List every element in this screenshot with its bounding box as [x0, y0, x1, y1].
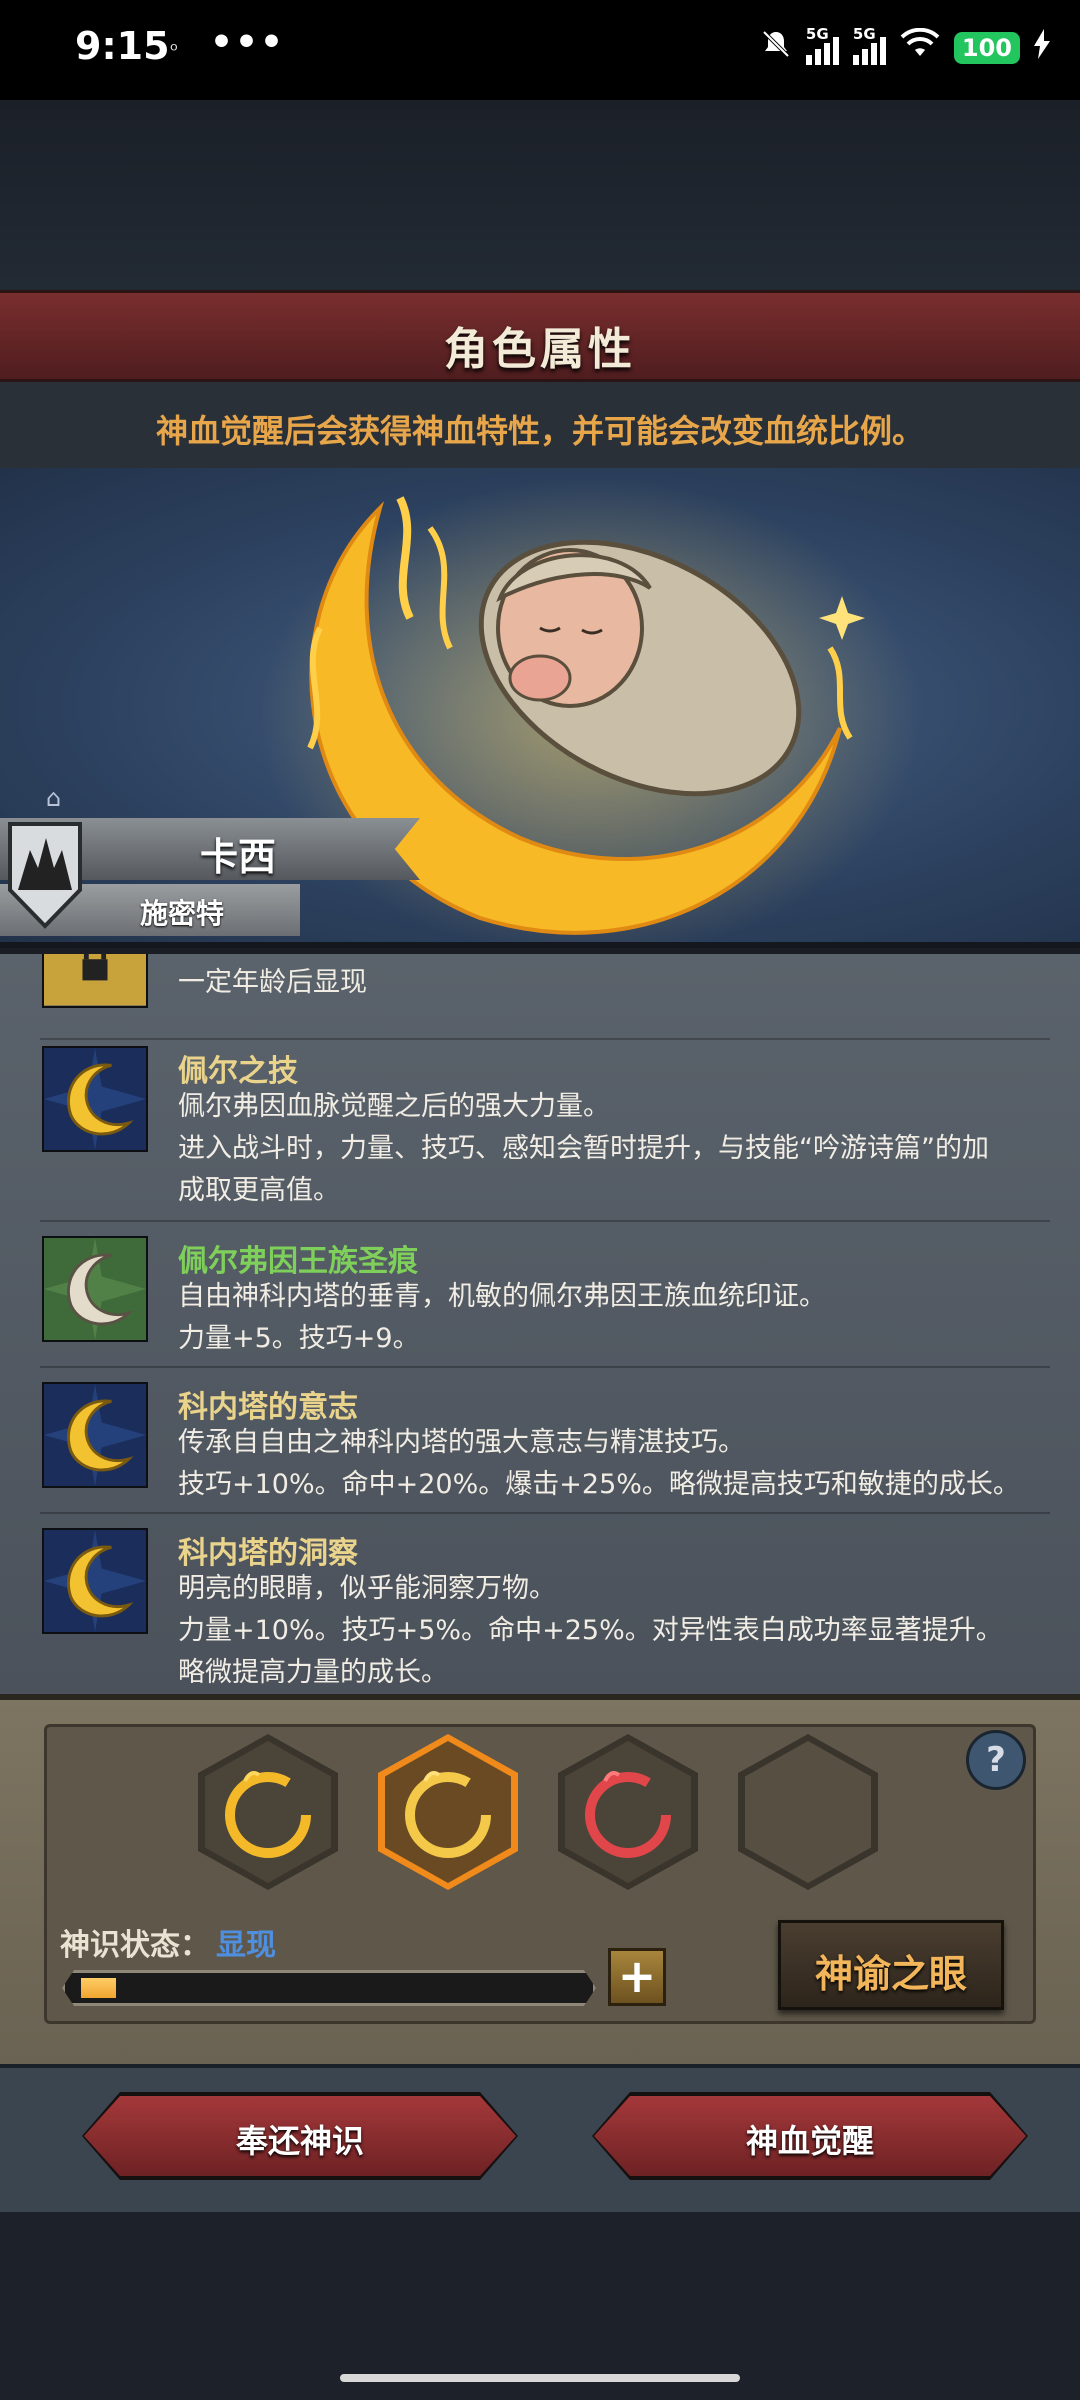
mute-icon: [760, 28, 792, 67]
divine-progress-bar: [62, 1970, 596, 2006]
trait-description-line: 力量+10%。技巧+5%。命中+25%。对异性表白成功率显著提升。: [178, 1615, 1003, 1646]
clock: 9:15: [75, 24, 170, 68]
help-button[interactable]: ?: [966, 1730, 1026, 1790]
status-icons: 5G 5G 100: [760, 25, 1050, 67]
gold-crescent-icon: [225, 1771, 311, 1858]
oracle-eye-button[interactable]: 神谕之眼: [778, 1920, 1004, 2010]
notification-icon: ᵒ: [170, 38, 179, 62]
add-progress-button[interactable]: +: [608, 1948, 666, 2006]
wifi-icon: [900, 27, 940, 67]
trait-description-line: 略微提高力量的成长。: [178, 1657, 448, 1688]
state-value: 显现: [216, 1928, 276, 1963]
signal-icon-1: 5G: [805, 25, 839, 65]
trait-list[interactable]: 一定年龄后显现 佩尔之技 佩尔弗因血脉觉醒之后的强大力量。 进入战斗时，力量、技…: [0, 954, 1080, 1694]
trait-description-line: 传承自自由之神科内塔的强大意志与精湛技巧。: [178, 1427, 745, 1458]
battery-indicator: 100: [953, 31, 1020, 64]
trait-title: 科内塔的洞察: [178, 1536, 358, 1571]
more-notifications-icon: •••: [210, 22, 286, 63]
top-background: [0, 100, 1080, 290]
trait-description-line: 进入战斗时，力量、技巧、感知会暂时提升，与技能“吟游诗篇”的加: [178, 1133, 989, 1164]
character-class: 施密特: [140, 897, 225, 930]
gold-moon-icon: [42, 1046, 148, 1152]
state-label: 神识状态：: [60, 1928, 210, 1963]
status-bar: 9:15 ᵒ ••• 5G 5G 100: [0, 0, 1080, 100]
signal-icon-2: 5G: [852, 25, 886, 65]
trait-description-line: 一定年龄后显现: [178, 967, 367, 998]
blood-awakening-button[interactable]: 神血觉醒: [594, 2096, 1026, 2176]
bottom-background: [0, 2212, 1080, 2400]
gold-crescent-selected-icon: [405, 1771, 491, 1858]
trait-description-line: 力量+5。技巧+9。: [178, 1323, 420, 1354]
trait-description-line: 自由神科内塔的垂青，机敏的佩尔弗因王族血统印证。: [178, 1281, 826, 1312]
locked-icon: [42, 954, 148, 1008]
trait-description-line: 成取更高值。: [178, 1175, 340, 1206]
home-icon: ⌂: [46, 784, 62, 812]
trait-description-line: 明亮的眼睛，似乎能洞察万物。: [178, 1573, 556, 1604]
page-subtitle: 神血觉醒后会获得神血特性，并可能会改变血统比例。: [155, 412, 924, 450]
red-crescent-icon: [585, 1771, 671, 1858]
trait-description-line: 佩尔弗因血脉觉醒之后的强大力量。: [178, 1091, 610, 1122]
blood-awakening-label: 神血觉醒: [745, 2122, 874, 2160]
network-type-label: 5G: [852, 24, 876, 43]
gold-moon-icon: [42, 1382, 148, 1488]
family-crest-icon: [8, 822, 82, 929]
charging-icon: [1034, 29, 1050, 66]
character-name: 卡西: [200, 835, 277, 879]
return-consciousness-label: 奉还神识: [235, 2122, 364, 2160]
title-banner: 角色属性: [0, 290, 1080, 382]
trait-title: 佩尔弗因王族圣痕: [178, 1244, 418, 1279]
page-title: 角色属性: [444, 324, 636, 375]
trait-title: 科内塔的意志: [178, 1390, 358, 1425]
trait-title: 佩尔之技: [178, 1054, 298, 1089]
network-type-label: 5G: [805, 24, 829, 43]
oracle-eye-label: 神谕之眼: [814, 1952, 967, 1996]
gold-moon-icon: [42, 1528, 148, 1634]
home-indicator[interactable]: [340, 2374, 740, 2382]
return-consciousness-button[interactable]: 奉还神识: [84, 2096, 516, 2176]
subtitle-banner: 神血觉醒后会获得神血特性，并可能会改变血统比例。: [0, 382, 1080, 468]
silver-moon-icon: [42, 1236, 148, 1342]
progress-fill: [81, 1978, 116, 1998]
trait-description-line: 技巧+10%。命中+20%。爆击+25%。略微提高技巧和敏捷的成长。: [178, 1469, 1020, 1500]
